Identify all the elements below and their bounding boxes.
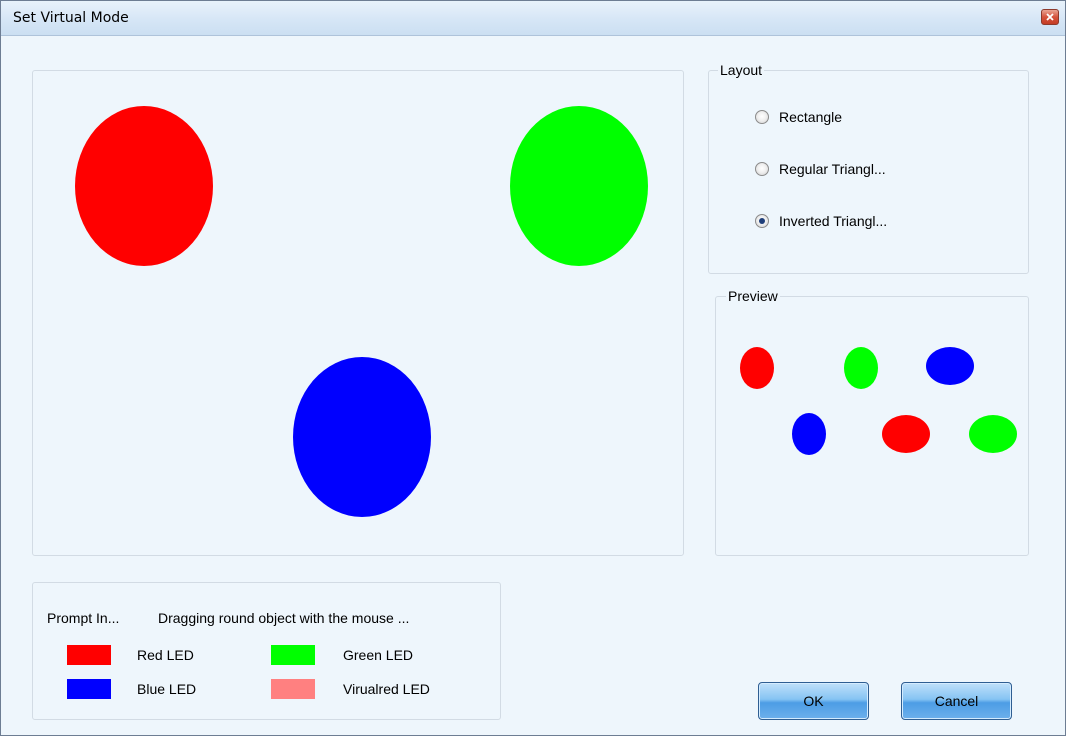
blue-led-swatch (67, 679, 111, 699)
title-bar[interactable]: Set Virtual Mode (1, 1, 1065, 36)
radio-label-regular-triangle: Regular Triangl... (779, 161, 886, 177)
preview-blue-led (792, 413, 826, 455)
cancel-button[interactable]: Cancel (901, 682, 1012, 720)
virtual-red-led-swatch (271, 679, 315, 699)
preview-green-led (844, 347, 878, 389)
prompt-title: Prompt In... (47, 610, 120, 626)
preview-red-led (882, 415, 930, 453)
green-led-swatch (271, 645, 315, 665)
preview-red-led (740, 347, 774, 389)
radio-rectangle[interactable]: Rectangle (755, 108, 842, 126)
preview-group (715, 296, 1029, 556)
preview-blue-led (926, 347, 974, 385)
radio-button[interactable] (755, 110, 769, 124)
prompt-message: Dragging round object with the mouse ... (158, 610, 410, 626)
dialog-window: Set Virtual Mode Layout Rectangle Regula… (0, 0, 1066, 736)
radio-button-selected[interactable] (755, 214, 769, 228)
red-led-circle[interactable] (75, 106, 213, 266)
red-led-swatch (67, 645, 111, 665)
radio-label-inverted-triangle: Inverted Triangl... (779, 213, 888, 229)
layout-group-label: Layout (718, 62, 765, 78)
preview-green-led (969, 415, 1017, 453)
window-title: Set Virtual Mode (13, 10, 129, 26)
close-button[interactable] (1041, 9, 1059, 25)
blue-led-circle[interactable] (293, 357, 431, 517)
green-led-label: Green LED (343, 647, 414, 663)
radio-regular-triangle[interactable]: Regular Triangl... (755, 160, 886, 178)
virtual-red-led-label: Virualred LED (343, 681, 430, 697)
radio-label-rectangle: Rectangle (779, 109, 843, 125)
led-edit-canvas[interactable] (32, 70, 684, 556)
preview-group-label: Preview (726, 288, 780, 304)
radio-button[interactable] (755, 162, 769, 176)
blue-led-label: Blue LED (137, 681, 197, 697)
radio-inverted-triangle[interactable]: Inverted Triangl... (755, 212, 887, 230)
red-led-label: Red LED (137, 647, 194, 663)
green-led-circle[interactable] (510, 106, 648, 266)
ok-button[interactable]: OK (758, 682, 869, 720)
close-icon (1046, 13, 1054, 21)
prompt-panel: Prompt In... Dragging round object with … (32, 582, 501, 720)
